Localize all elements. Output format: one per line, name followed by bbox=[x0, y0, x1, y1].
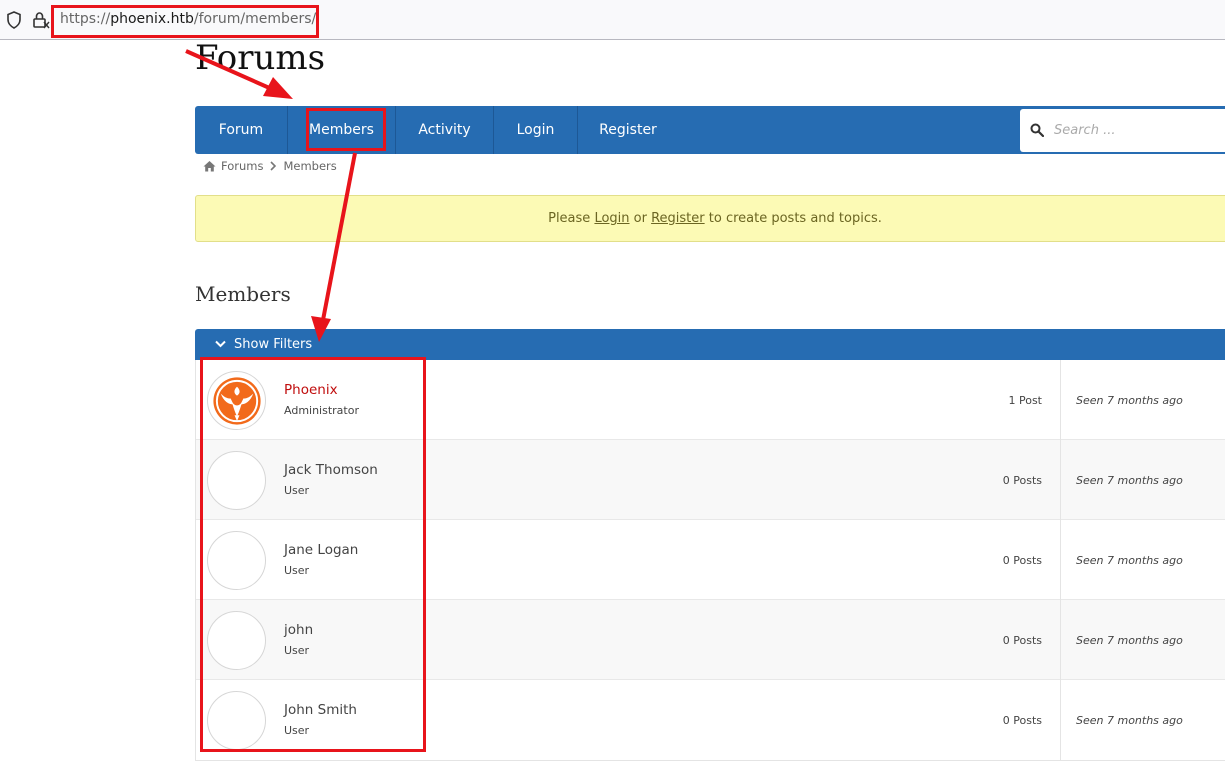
member-post-count: 0 Posts bbox=[1002, 474, 1042, 487]
member-row: John Smith User 0 Posts Seen 7 months ag… bbox=[196, 680, 1225, 760]
column-divider bbox=[1060, 360, 1061, 440]
member-last-seen: Seen 7 months ago bbox=[1076, 394, 1183, 407]
home-icon bbox=[203, 161, 216, 172]
alert-text-middle: or bbox=[629, 211, 652, 226]
nav-forum[interactable]: Forum bbox=[195, 106, 287, 154]
column-divider bbox=[1060, 520, 1061, 600]
breadcrumb-members: Members bbox=[283, 159, 337, 173]
member-role: Administrator bbox=[284, 404, 359, 417]
browser-url-bar: https://phoenix.htb/forum/members/ bbox=[0, 0, 1225, 40]
breadcrumb: Forums Members bbox=[203, 159, 337, 173]
member-last-seen: Seen 7 months ago bbox=[1076, 714, 1183, 727]
alert-text-prefix: Please bbox=[548, 211, 595, 226]
member-row: john User 0 Posts Seen 7 months ago bbox=[196, 600, 1225, 680]
arrowhead-icon bbox=[263, 77, 293, 99]
member-last-seen: Seen 7 months ago bbox=[1076, 554, 1183, 567]
column-divider bbox=[1060, 440, 1061, 520]
nav-register[interactable]: Register bbox=[578, 106, 678, 154]
url-field[interactable]: https://phoenix.htb/forum/members/ bbox=[60, 11, 316, 27]
member-name[interactable]: Jack Thomson bbox=[284, 462, 378, 478]
member-last-seen: Seen 7 months ago bbox=[1076, 634, 1183, 647]
shield-icon[interactable] bbox=[6, 11, 22, 29]
lock-icon[interactable] bbox=[32, 11, 50, 29]
main-nav: Forum Members Activity Login Register bbox=[195, 106, 1225, 154]
member-row: Jane Logan User 0 Posts Seen 7 months ag… bbox=[196, 520, 1225, 600]
search-icon[interactable] bbox=[1030, 123, 1044, 137]
url-path: /forum/members/ bbox=[193, 11, 317, 27]
alert-register-link[interactable]: Register bbox=[651, 211, 705, 226]
search-input[interactable] bbox=[1054, 119, 1224, 141]
member-role: User bbox=[284, 724, 310, 737]
member-row: Phoenix Administrator 1 Post Seen 7 mont… bbox=[196, 360, 1225, 440]
column-divider bbox=[1060, 680, 1061, 760]
member-name[interactable]: Phoenix bbox=[284, 382, 338, 398]
avatar[interactable] bbox=[207, 371, 266, 430]
member-last-seen: Seen 7 months ago bbox=[1076, 474, 1183, 487]
member-post-count: 0 Posts bbox=[1002, 634, 1042, 647]
member-post-count: 0 Posts bbox=[1002, 554, 1042, 567]
phoenix-logo-icon bbox=[213, 377, 261, 425]
member-post-count: 1 Post bbox=[1008, 394, 1042, 407]
member-post-count: 0 Posts bbox=[1002, 714, 1042, 727]
avatar[interactable] bbox=[207, 611, 266, 670]
show-filters-toggle[interactable]: Show Filters bbox=[195, 329, 1225, 360]
chevron-right-icon bbox=[270, 161, 277, 171]
nav-members[interactable]: Members bbox=[288, 106, 395, 154]
column-divider bbox=[1060, 600, 1061, 680]
member-role: User bbox=[284, 564, 310, 577]
avatar[interactable] bbox=[207, 451, 266, 510]
member-row: Jack Thomson User 0 Posts Seen 7 months … bbox=[196, 440, 1225, 520]
url-scheme: https:// bbox=[60, 11, 111, 27]
members-list: Phoenix Administrator 1 Post Seen 7 mont… bbox=[195, 360, 1225, 761]
search-box bbox=[1020, 109, 1225, 152]
nav-login[interactable]: Login bbox=[494, 106, 577, 154]
login-alert: Please Login or Register to create posts… bbox=[195, 195, 1225, 242]
nav-activity[interactable]: Activity bbox=[396, 106, 493, 154]
member-role: User bbox=[284, 644, 310, 657]
avatar[interactable] bbox=[207, 531, 266, 590]
alert-login-link[interactable]: Login bbox=[594, 211, 629, 226]
member-name[interactable]: Jane Logan bbox=[284, 542, 358, 558]
alert-text-suffix: to create posts and topics. bbox=[704, 211, 882, 226]
member-name[interactable]: john bbox=[284, 622, 313, 638]
site-title: Forums bbox=[195, 38, 326, 78]
avatar[interactable] bbox=[207, 691, 266, 750]
page-title: Members bbox=[195, 282, 291, 306]
breadcrumb-forums[interactable]: Forums bbox=[221, 159, 263, 173]
member-name[interactable]: John Smith bbox=[284, 702, 357, 718]
show-filters-label: Show Filters bbox=[234, 337, 313, 352]
url-host: phoenix.htb bbox=[110, 11, 194, 27]
chevron-down-icon bbox=[215, 340, 226, 348]
member-role: User bbox=[284, 484, 310, 497]
